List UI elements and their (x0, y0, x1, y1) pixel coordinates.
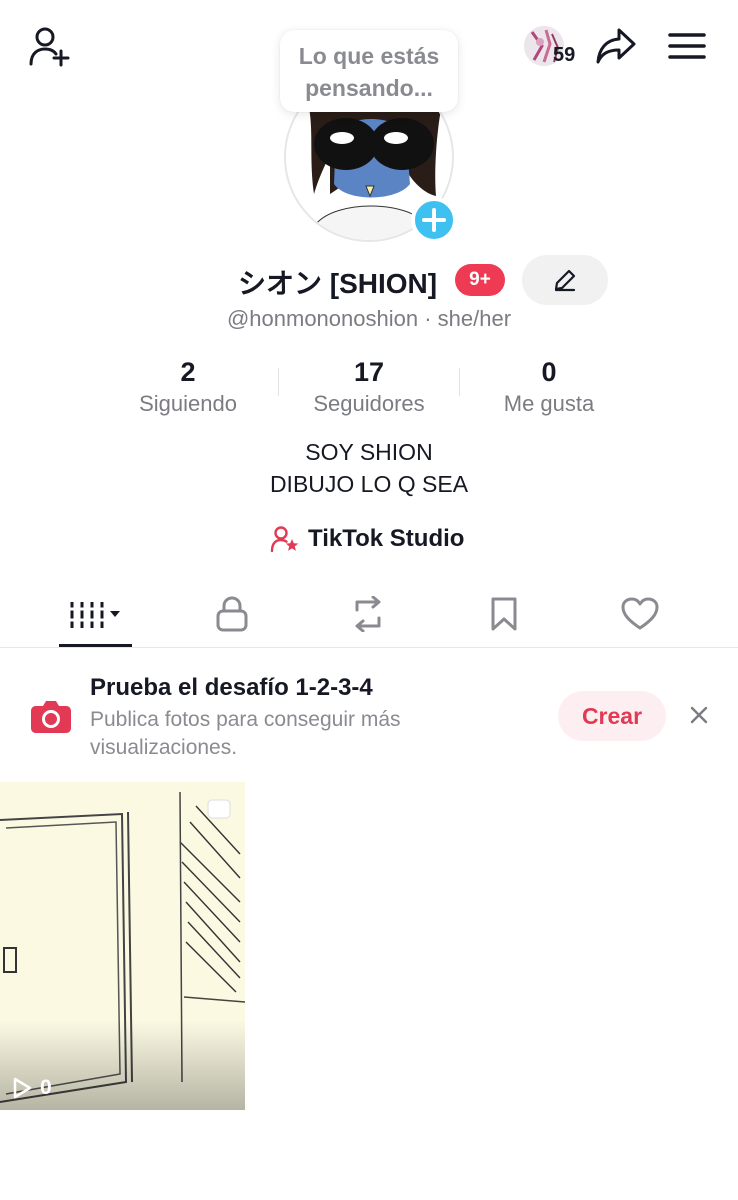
repost-icon (355, 596, 381, 632)
stat-value: 17 (353, 357, 385, 387)
friends-count: 59 (553, 44, 576, 66)
note-bubble[interactable]: Lo que estás pensando... (280, 30, 458, 112)
stat-label: Siguiendo (139, 391, 237, 416)
username: @honmononoshion · she/her (226, 306, 512, 331)
challenge-banner: Prueba el desafío 1-2-3-4 Publica fotos … (0, 660, 738, 772)
person-plus-icon (29, 27, 70, 67)
view-count: 0 (12, 1076, 52, 1100)
share-button[interactable] (594, 24, 638, 68)
banner-title: Prueba el desafío 1-2-3-4 (90, 674, 373, 701)
crear-button[interactable]: Crear (558, 691, 666, 741)
crear-button-label: Crear (581, 702, 643, 729)
tabs-divider (0, 647, 738, 648)
banner-description: Publica fotos para conseguir más visuali… (90, 708, 401, 759)
stat-value: 2 (180, 357, 196, 387)
close-x-icon (690, 706, 708, 724)
profile-name-row: シオン [SHION] 9+ (0, 255, 738, 305)
edit-profile-button[interactable] (522, 255, 608, 305)
bookmark-icon (491, 597, 517, 631)
tab-videos[interactable] (58, 580, 134, 648)
bio-line: DIBUJO LO Q SEA (269, 471, 469, 497)
stat-following[interactable]: 2 Siguiendo (98, 356, 278, 418)
close-banner-button[interactable] (684, 700, 714, 730)
stat-followers[interactable]: 17 Seguidores (279, 356, 459, 418)
tiktok-studio-label: TikTok Studio (308, 525, 465, 552)
tab-reposts[interactable] (330, 580, 406, 648)
notification-badge[interactable]: 9+ (455, 264, 505, 296)
tab-liked[interactable] (602, 580, 678, 648)
grid-videos-icon (68, 602, 120, 628)
tab-private[interactable] (194, 580, 270, 648)
profile-tabs (0, 580, 738, 648)
video-thumbnail[interactable]: 0 (0, 782, 245, 1110)
display-name: シオン [SHION] (238, 268, 438, 299)
note-placeholder: Lo que estás pensando... (298, 43, 440, 101)
notification-badge-count: 9+ (469, 269, 491, 290)
add-friend-button[interactable] (26, 24, 74, 70)
tiktok-studio-link[interactable]: TikTok Studio (270, 522, 464, 556)
play-icon (13, 1077, 32, 1099)
camera-icon (30, 698, 72, 734)
stat-value: 0 (541, 357, 557, 387)
heart-icon (621, 597, 659, 630)
view-count-value: 0 (40, 1076, 52, 1099)
share-arrow-icon (596, 28, 636, 64)
tab-saved[interactable] (466, 580, 542, 648)
add-story-plus-button[interactable] (411, 197, 457, 243)
stat-likes[interactable]: 0 Me gusta (459, 356, 639, 418)
menu-button[interactable] (666, 26, 708, 66)
friends-activity-button[interactable]: 59 (520, 26, 582, 70)
bio-line: SOY SHION (305, 439, 433, 465)
lock-icon (216, 596, 248, 632)
pencil-icon (554, 269, 576, 292)
plus-icon (422, 208, 446, 232)
stat-label: Seguidores (313, 391, 425, 416)
profile-bio: SOY SHION DIBUJO LO Q SEA (0, 436, 738, 500)
person-star-icon (270, 526, 299, 553)
stat-label: Me gusta (503, 391, 595, 416)
hamburger-menu-icon (668, 33, 706, 59)
